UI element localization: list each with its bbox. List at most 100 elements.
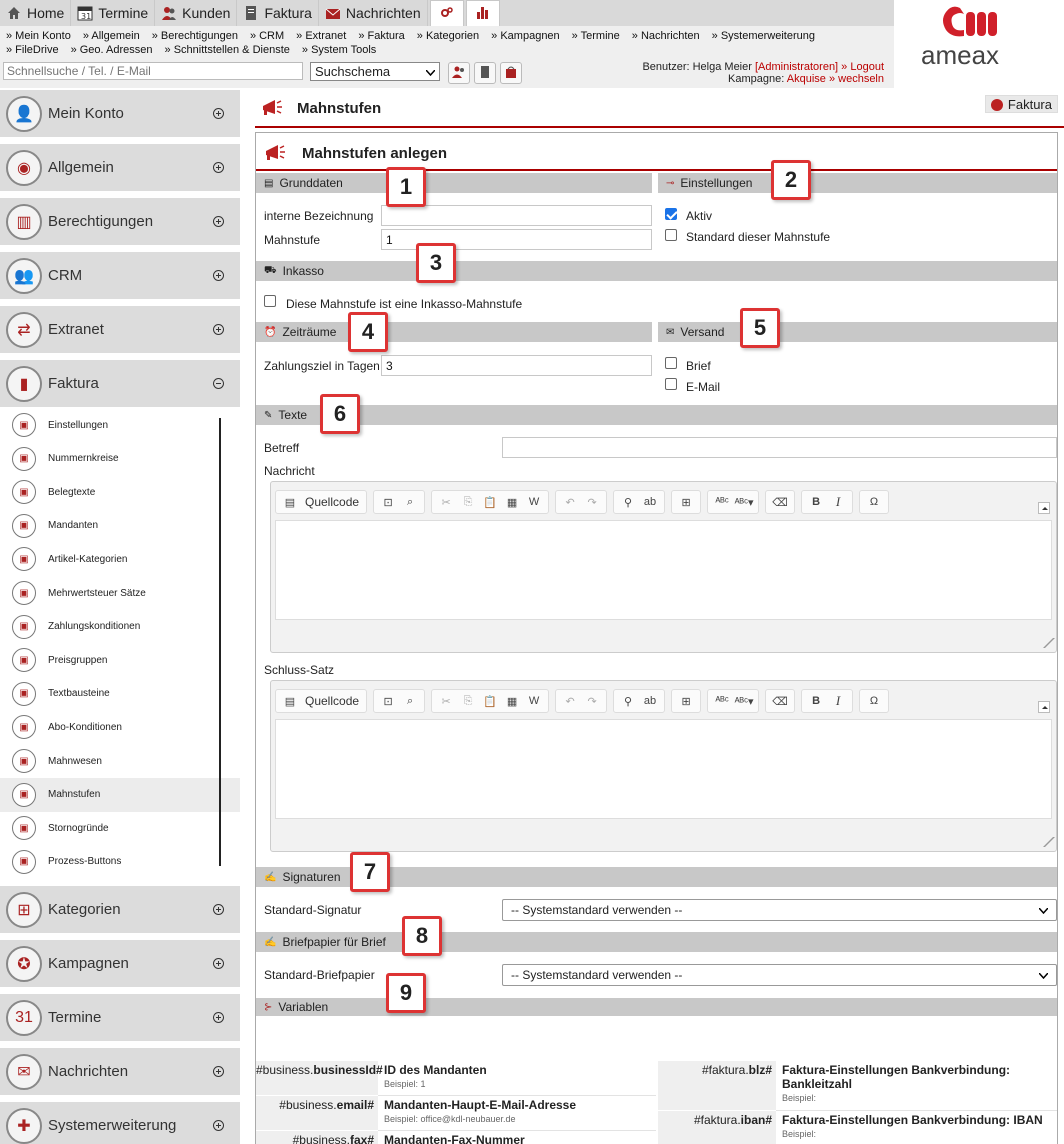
- paste-text-icon[interactable]: ▦: [501, 691, 523, 711]
- sub-link[interactable]: » CRM: [250, 29, 284, 43]
- nav-kunden[interactable]: Kunden: [155, 0, 238, 26]
- sub-link[interactable]: » Kategorien: [417, 29, 479, 43]
- select-all-icon[interactable]: ⊞: [675, 691, 697, 711]
- spellcheck-icon[interactable]: ᴬᴮᶜ: [711, 691, 733, 711]
- editor-text-area[interactable]: [275, 719, 1052, 819]
- sidebar-subitem[interactable]: ▣ Nummernkreise: [0, 442, 240, 476]
- sidebar-subitem[interactable]: ▣ Artikel-Kategorien: [0, 542, 240, 576]
- sidebar-group[interactable]: ✉ Nachrichten: [0, 1048, 240, 1096]
- sidebar-subitem[interactable]: ▣ Abo-Konditionen: [0, 710, 240, 744]
- bold-icon[interactable]: B: [805, 691, 827, 711]
- sub-link[interactable]: » Geo. Adressen: [71, 43, 153, 57]
- redo-icon[interactable]: ↷: [581, 691, 603, 711]
- sub-link[interactable]: » Kampagnen: [491, 29, 560, 43]
- source-button[interactable]: Quellcode: [301, 691, 363, 711]
- source-button[interactable]: Quellcode: [301, 492, 363, 512]
- zahlungsziel-input[interactable]: 3: [381, 355, 652, 376]
- search-documents-button[interactable]: [474, 62, 496, 84]
- sidebar-subitem[interactable]: ▣ Prozess-Buttons: [0, 845, 240, 879]
- sub-link[interactable]: » Allgemein: [83, 29, 140, 43]
- select-all-icon[interactable]: ⊞: [675, 492, 697, 512]
- betreff-input[interactable]: [502, 437, 1057, 458]
- search-customers-button[interactable]: [448, 62, 470, 84]
- sidebar-group[interactable]: ✪ Kampagnen: [0, 940, 240, 988]
- sub-link[interactable]: » Systemerweiterung: [712, 29, 815, 43]
- standard-checkbox[interactable]: [665, 229, 677, 241]
- wechseln-link[interactable]: » wechseln: [826, 73, 884, 85]
- special-char-icon[interactable]: Ω: [863, 492, 885, 512]
- expand-icon[interactable]: [213, 1066, 224, 1077]
- expand-icon[interactable]: [213, 162, 224, 173]
- sidebar-group[interactable]: ⊞ Kategorien: [0, 886, 240, 934]
- sub-link[interactable]: » Nachrichten: [632, 29, 700, 43]
- spellcheck-menu-icon[interactable]: ᴬᴮᶜ▾: [733, 691, 755, 711]
- sidebar-subitem[interactable]: ▣ Preisgruppen: [0, 643, 240, 677]
- back-to-faktura-button[interactable]: Faktura: [984, 95, 1058, 113]
- sub-link[interactable]: » Schnittstellen & Dienste: [165, 43, 290, 57]
- expand-icon[interactable]: [213, 1120, 224, 1131]
- copy-icon[interactable]: ⎘: [457, 691, 479, 711]
- sidebar-subitem[interactable]: ▣ Einstellungen: [0, 408, 240, 442]
- search-orders-button[interactable]: [500, 62, 522, 84]
- expand-icon[interactable]: [213, 1012, 224, 1023]
- quick-search-input[interactable]: [3, 62, 303, 80]
- sidebar-subitem[interactable]: ▣ Mahnwesen: [0, 744, 240, 778]
- replace-icon[interactable]: ab: [639, 492, 661, 512]
- sidebar-subitem[interactable]: ▣ Stornogründe: [0, 811, 240, 845]
- schluss-satz-editor[interactable]: ▤ Quellcode ⊡ ⌕ ✂ ⎘ 📋 ▦ W ↶ ↷ ⚲ ab ⊞ ᴬᴮᶜ ᴬᴮᶜ▾ ⌫ B I Ω: [270, 680, 1057, 852]
- copy-icon[interactable]: ⎘: [457, 492, 479, 512]
- cut-icon[interactable]: ✂: [435, 492, 457, 512]
- sidebar-group[interactable]: ⇄ Extranet: [0, 306, 240, 354]
- sidebar-subitem[interactable]: ▣ Textbausteine: [0, 677, 240, 711]
- expand-icon[interactable]: [213, 108, 224, 119]
- find-icon[interactable]: ⚲: [617, 691, 639, 711]
- bold-icon[interactable]: B: [805, 492, 827, 512]
- sidebar-subitem[interactable]: ▣ Mahnstufen: [0, 777, 240, 812]
- find-icon[interactable]: ⚲: [617, 492, 639, 512]
- sidebar-subitem[interactable]: ▣ Zahlungskonditionen: [0, 610, 240, 644]
- replace-icon[interactable]: ab: [639, 691, 661, 711]
- spellcheck-menu-icon[interactable]: ᴬᴮᶜ▾: [733, 492, 755, 512]
- sidebar-group[interactable]: ✚ Systemerweiterung: [0, 1102, 240, 1144]
- expand-icon[interactable]: [213, 270, 224, 281]
- editor-text-area[interactable]: [275, 520, 1052, 620]
- eraser-icon[interactable]: ⌫: [769, 691, 791, 711]
- undo-icon[interactable]: ↶: [559, 492, 581, 512]
- paste-text-icon[interactable]: ▦: [501, 492, 523, 512]
- interne-bezeichnung-input[interactable]: [381, 205, 652, 226]
- nav-nachrichten[interactable]: Nachrichten: [319, 0, 428, 26]
- user-role-link[interactable]: [Administratoren]: [755, 61, 838, 73]
- expand-icon[interactable]: [213, 904, 224, 915]
- expand-icon[interactable]: [213, 324, 224, 335]
- italic-icon[interactable]: I: [827, 691, 849, 711]
- sub-link[interactable]: » System Tools: [302, 43, 376, 57]
- brief-checkbox[interactable]: [665, 357, 677, 369]
- cut-icon[interactable]: ✂: [435, 691, 457, 711]
- italic-icon[interactable]: I: [827, 492, 849, 512]
- sidebar-subitem[interactable]: ▣ Mehrwertsteuer Sätze: [0, 576, 240, 610]
- sidebar-group[interactable]: 31 Termine: [0, 994, 240, 1042]
- nav-home[interactable]: Home: [0, 0, 72, 26]
- logout-link[interactable]: » Logout: [838, 61, 884, 73]
- sub-link[interactable]: » Berechtigungen: [152, 29, 238, 43]
- sub-link[interactable]: » FileDrive: [6, 43, 59, 57]
- sidebar-group[interactable]: ▥ Berechtigungen: [0, 198, 240, 246]
- nav-faktura[interactable]: Faktura: [237, 0, 319, 26]
- signatur-select[interactable]: -- Systemstandard verwenden --: [502, 899, 1057, 921]
- email-checkbox[interactable]: [665, 378, 677, 390]
- expand-icon[interactable]: [213, 216, 224, 227]
- resize-grip-icon[interactable]: [1035, 837, 1055, 847]
- expand-icon[interactable]: [213, 958, 224, 969]
- redo-icon[interactable]: ↷: [581, 492, 603, 512]
- sidebar-scrollbar[interactable]: [219, 418, 221, 866]
- sub-link[interactable]: » Termine: [572, 29, 620, 43]
- paste-word-icon[interactable]: W: [523, 691, 545, 711]
- preview-icon[interactable]: ⌕: [399, 691, 421, 711]
- special-char-icon[interactable]: Ω: [863, 691, 885, 711]
- nav-settings-tab[interactable]: [429, 0, 464, 26]
- nachricht-editor[interactable]: ▤ Quellcode ⊡ ⌕ ✂ ⎘ 📋 ▦ W ↶ ↷ ⚲ ab ⊞ ᴬᴮᶜ ᴬᴮᶜ▾ ⌫ B I Ω: [270, 481, 1057, 653]
- maximize-icon[interactable]: ⊡: [377, 691, 399, 711]
- nav-termine[interactable]: 31 Termine: [71, 0, 156, 26]
- sub-link[interactable]: » Extranet: [296, 29, 346, 43]
- sub-link[interactable]: » Faktura: [358, 29, 404, 43]
